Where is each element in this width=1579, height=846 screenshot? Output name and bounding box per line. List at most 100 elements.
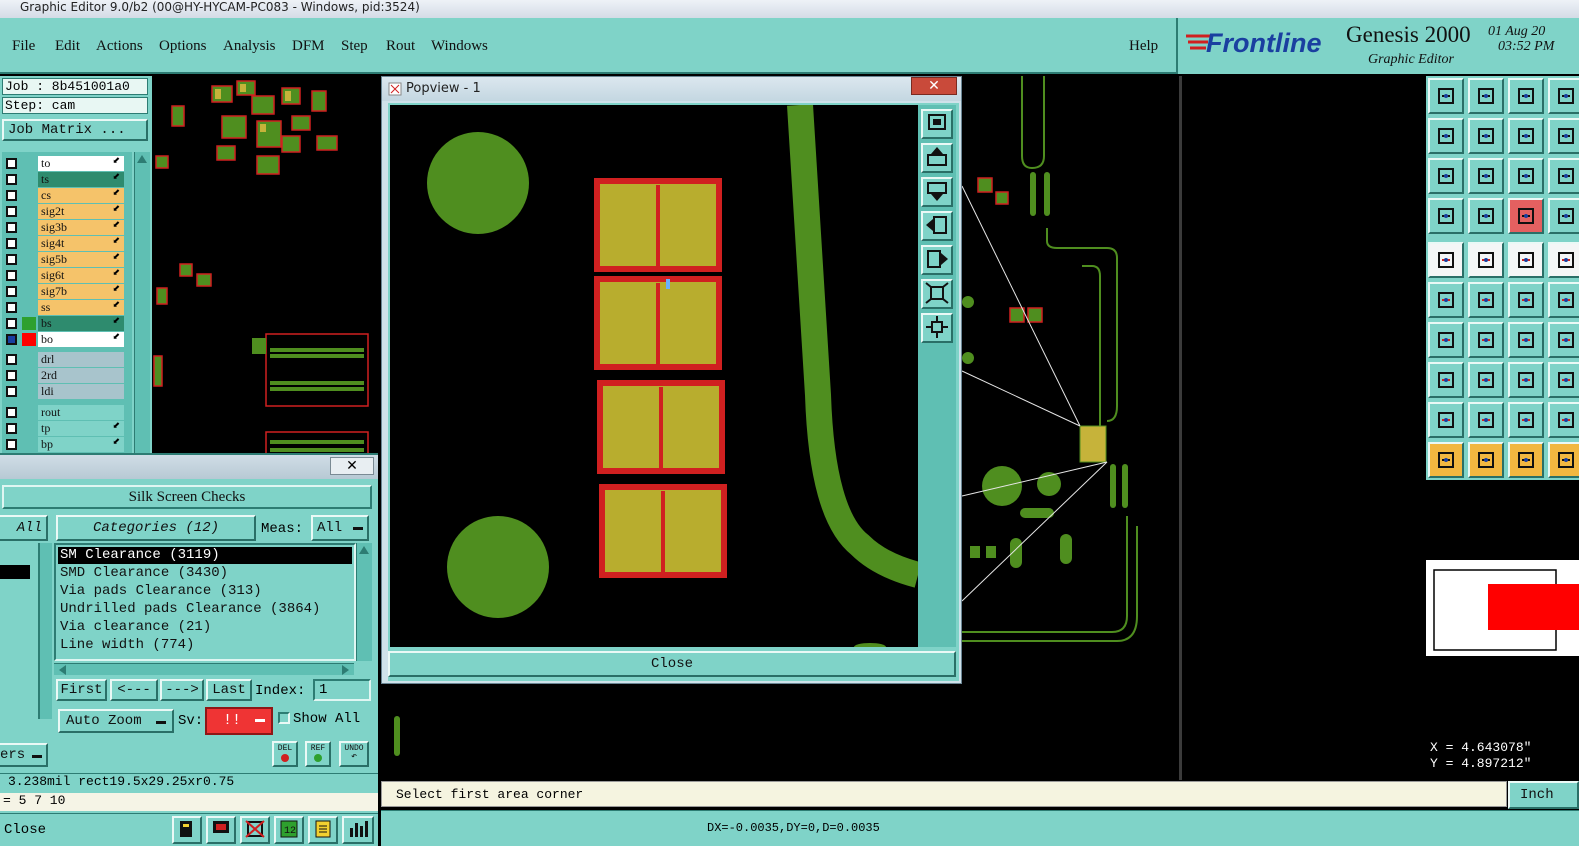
- layer-checkbox[interactable]: [6, 270, 17, 281]
- cross-tool-icon[interactable]: [1468, 282, 1504, 318]
- menu-rout[interactable]: Rout: [386, 38, 415, 55]
- monitor-icon[interactable]: [206, 816, 236, 844]
- notes-icon[interactable]: [308, 816, 338, 844]
- close-label[interactable]: Close: [4, 822, 46, 838]
- layer-checkbox[interactable]: [6, 407, 17, 418]
- pan-left-icon[interactable]: [921, 211, 953, 241]
- pan-right-icon[interactable]: [921, 245, 953, 275]
- layer-row-bp[interactable]: bp ⬋: [4, 437, 124, 452]
- units-dropdown[interactable]: Inch: [1508, 781, 1579, 809]
- close-icon[interactable]: ✕: [330, 457, 374, 475]
- layer-checkbox[interactable]: [6, 423, 17, 434]
- result-item[interactable]: SM Clearance (3119): [58, 547, 352, 564]
- undo-icon[interactable]: UNDO ↶: [339, 741, 369, 767]
- layer-row-drl[interactable]: drl: [4, 352, 124, 367]
- menu-help[interactable]: Help: [1129, 38, 1158, 55]
- layer-checkbox[interactable]: [6, 286, 17, 297]
- pan-down-tool-icon[interactable]: [1468, 78, 1504, 114]
- menu-file[interactable]: File: [12, 38, 35, 55]
- scroll-right-icon[interactable]: [340, 664, 352, 676]
- layer-row-bs[interactable]: bs ⬋: [4, 316, 124, 331]
- grid-tool-icon[interactable]: [1468, 198, 1504, 234]
- all-button[interactable]: All: [0, 515, 48, 541]
- zoom-window-icon[interactable]: [921, 109, 953, 139]
- layer-checkbox[interactable]: [6, 190, 17, 201]
- auto-zoom-dropdown[interactable]: Auto Zoom: [58, 709, 174, 733]
- layer-row-sig3b[interactable]: sig3b ⬋: [4, 220, 124, 235]
- zoom-fit-tool-icon[interactable]: [1428, 158, 1464, 194]
- zoom-extra-tool-icon[interactable]: [1548, 118, 1579, 154]
- ruler-tool-icon[interactable]: [1508, 242, 1544, 278]
- scroll-up-icon[interactable]: [135, 152, 149, 166]
- layer-row-sig4t[interactable]: sig4t ⬋: [4, 236, 124, 251]
- popview-canvas[interactable]: [390, 105, 918, 647]
- result-item[interactable]: Undrilled pads Clearance (3864): [58, 601, 352, 618]
- menu-edit[interactable]: Edit: [55, 38, 80, 55]
- previous-button[interactable]: <---: [110, 679, 158, 701]
- pan-up-tool-icon[interactable]: [1428, 78, 1464, 114]
- select-tool-icon[interactable]: [1548, 362, 1579, 398]
- side-list[interactable]: [0, 543, 40, 719]
- layer-row-sig5b[interactable]: sig5b ⬋: [4, 252, 124, 267]
- layer-checkbox[interactable]: [6, 354, 17, 365]
- results-list[interactable]: SM Clearance (3119) SMD Clearance (3430) V…: [54, 543, 356, 661]
- layer-row-ss[interactable]: ss ⬋: [4, 300, 124, 315]
- disable-icon[interactable]: [240, 816, 270, 844]
- pan-right-tool-icon[interactable]: [1468, 118, 1504, 154]
- line-draw-tool-icon[interactable]: [1468, 242, 1504, 278]
- first-button[interactable]: First: [56, 679, 107, 701]
- show-all-checkbox[interactable]: [278, 712, 290, 724]
- triangle-fill-tool-icon[interactable]: [1508, 402, 1544, 438]
- result-item[interactable]: Via clearance (21): [58, 619, 352, 636]
- minus-tool-icon[interactable]: [1468, 362, 1504, 398]
- result-item[interactable]: SMD Clearance (3430): [58, 565, 352, 582]
- undo-view-tool-icon[interactable]: [1508, 118, 1544, 154]
- layer-checkbox[interactable]: [6, 222, 17, 233]
- scroll-up-icon[interactable]: [357, 543, 371, 557]
- point-tool-icon[interactable]: [1428, 362, 1464, 398]
- layer-list-scrollbar[interactable]: [134, 152, 150, 454]
- layer-row-tp[interactable]: tp ⬋: [4, 421, 124, 436]
- menu-dfm[interactable]: DFM: [292, 38, 325, 55]
- layer-checkbox[interactable]: [6, 254, 17, 265]
- home-tool-icon[interactable]: [1508, 78, 1544, 114]
- last-button[interactable]: Last: [206, 679, 252, 701]
- next-button[interactable]: --->: [160, 679, 204, 701]
- pointer-select-tool-icon[interactable]: [1468, 442, 1504, 478]
- layer-row-sig6t[interactable]: sig6t ⬋: [4, 268, 124, 283]
- layer-row-bo[interactable]: bo ⬋: [4, 332, 124, 347]
- layer-checkbox[interactable]: [6, 238, 17, 249]
- report-icon[interactable]: [172, 816, 202, 844]
- meas-dropdown[interactable]: All: [311, 515, 369, 541]
- zoom-fit-icon[interactable]: [921, 313, 953, 343]
- menu-step[interactable]: Step: [341, 38, 368, 55]
- move-extra-tool-icon[interactable]: [1548, 282, 1579, 318]
- layer-checkbox[interactable]: [6, 439, 17, 450]
- step-icon[interactable]: 12: [274, 816, 304, 844]
- popview-close-icon[interactable]: ✕: [911, 77, 957, 95]
- scroll-left-icon[interactable]: [56, 664, 68, 676]
- snap-extra-tool-icon[interactable]: [1548, 198, 1579, 234]
- delete-icon[interactable]: DEL: [272, 741, 298, 767]
- triangle-extra-tool-icon[interactable]: [1548, 402, 1579, 438]
- zoom-page-tool-icon[interactable]: [1548, 158, 1579, 194]
- pan-up-icon[interactable]: [921, 143, 953, 173]
- arc-extra-tool-icon[interactable]: [1548, 322, 1579, 358]
- overview-map[interactable]: [1426, 480, 1579, 738]
- histogram-icon[interactable]: [342, 816, 374, 844]
- move-tool-icon[interactable]: [1508, 282, 1544, 318]
- layer-checkbox[interactable]: [6, 318, 17, 329]
- layer-row-2rd[interactable]: 2rd: [4, 368, 124, 383]
- layer-checkbox[interactable]: [6, 158, 17, 169]
- layer-row-cs[interactable]: cs ⬋: [4, 188, 124, 203]
- reference-icon[interactable]: REF: [305, 741, 331, 767]
- pointer-edit-tool-icon[interactable]: [1508, 442, 1544, 478]
- layer-checkbox[interactable]: [6, 334, 17, 345]
- layer-checkbox[interactable]: [6, 370, 17, 381]
- pan-down-icon[interactable]: [921, 177, 953, 207]
- popview-close-button[interactable]: Close: [388, 651, 956, 677]
- layer-checkbox[interactable]: [6, 386, 17, 397]
- menu-analysis[interactable]: Analysis: [223, 38, 276, 55]
- filter-dropdown[interactable]: ers: [0, 743, 48, 767]
- info-tool-icon[interactable]: [1548, 242, 1579, 278]
